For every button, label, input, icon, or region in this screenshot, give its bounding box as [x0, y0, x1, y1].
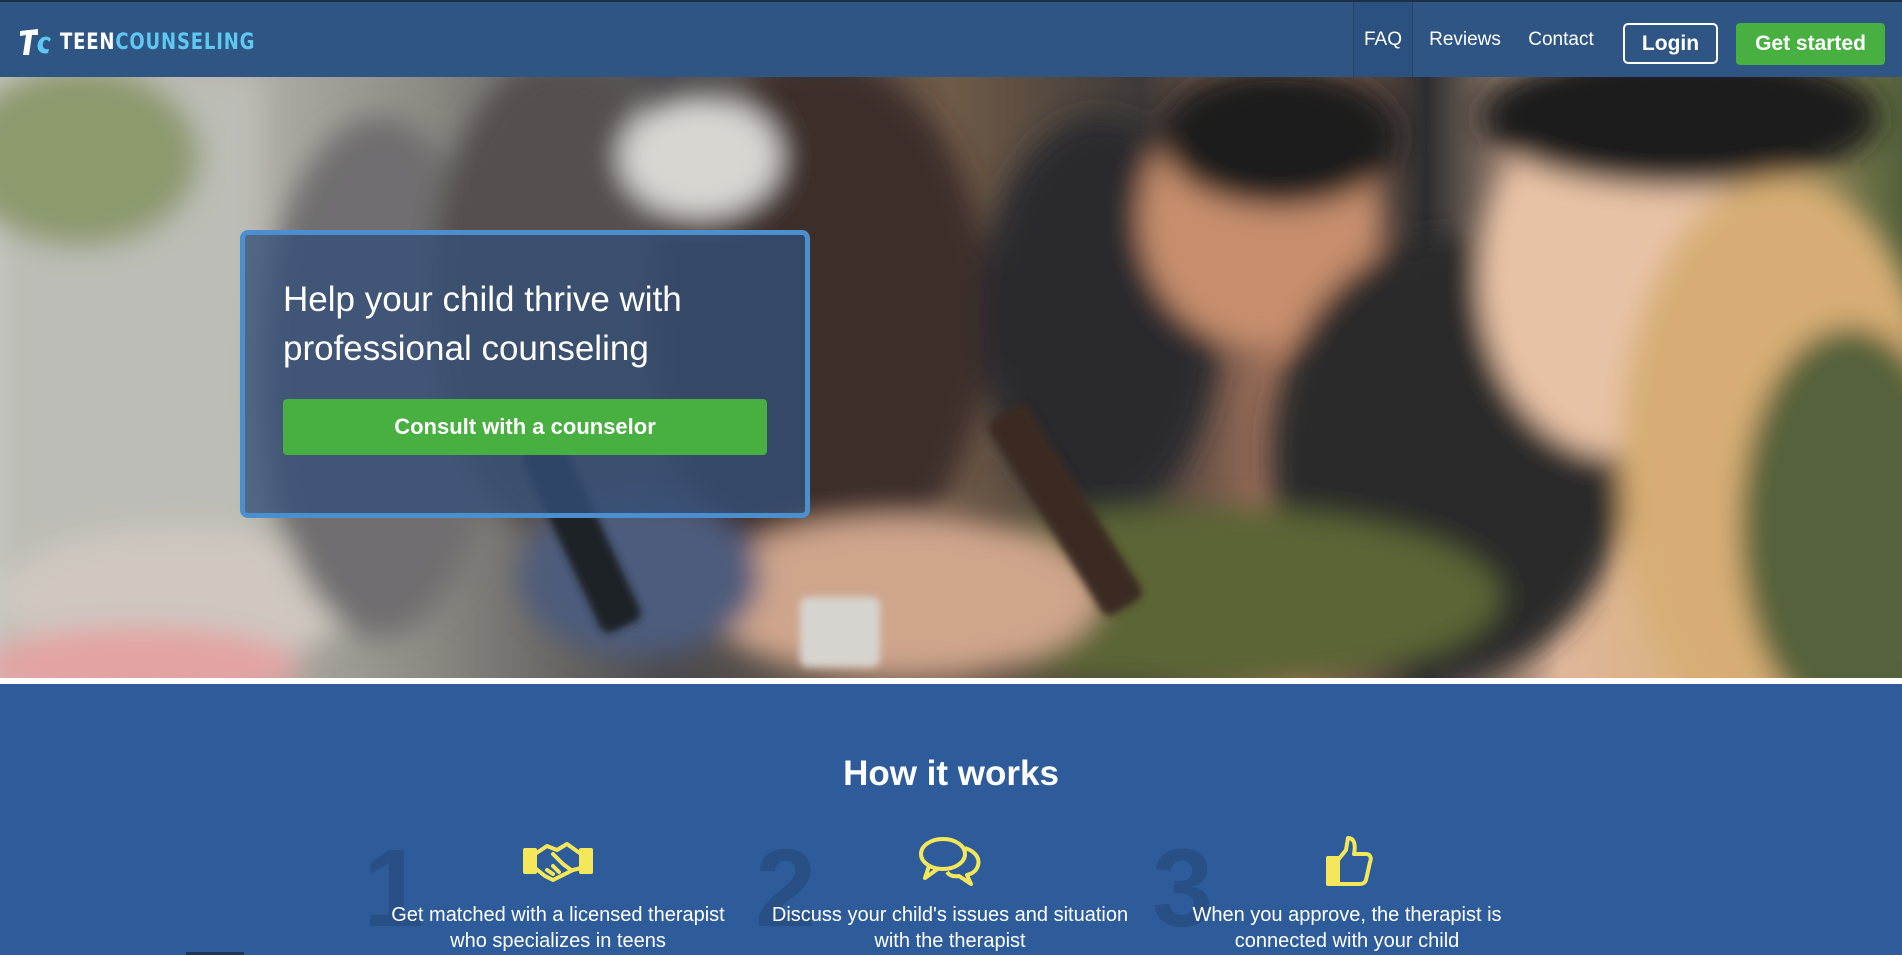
hero-section: Help your child thrive with professional…	[0, 77, 1902, 678]
step-item: 3 When you approve, the therapist is con…	[1152, 834, 1532, 955]
hero-card: Help your child thrive with professional…	[240, 230, 810, 518]
thumbs-up-icon	[1326, 836, 1373, 886]
get-started-button[interactable]: Get started	[1736, 23, 1885, 65]
logo-wordmark: TEENCOUNSELING	[60, 30, 255, 55]
logo-counseling: COUNSELING	[115, 29, 256, 55]
step-item: 2 Discuss your child's issues and situat…	[755, 834, 1135, 955]
site-logo[interactable]: TEENCOUNSELING	[18, 24, 298, 60]
consult-counselor-button[interactable]: Consult with a counselor	[283, 399, 767, 455]
login-button[interactable]: Login	[1623, 23, 1718, 64]
nav-reviews[interactable]: Reviews	[1424, 2, 1506, 77]
step-item: 1 Get matched with a licensed therapist …	[363, 834, 743, 955]
step-text: When you approve, the therapist is conne…	[1192, 904, 1502, 952]
nav-faq[interactable]: FAQ	[1353, 2, 1413, 77]
nav-contact[interactable]: Contact	[1520, 2, 1602, 77]
chat-bubbles-icon	[919, 837, 981, 886]
logo-teen: TEEN	[60, 29, 116, 55]
hero-title: Help your child thrive with professional…	[283, 280, 682, 368]
tc-logo-icon	[20, 29, 51, 55]
step-text: Discuss your child's issues and situatio…	[771, 904, 1129, 952]
how-it-works-section: How it works 1 Get matched with a licens…	[0, 684, 1902, 955]
step-text: Get matched with a licensed therapist wh…	[391, 904, 725, 952]
top-navbar: TEENCOUNSELING FAQ Reviews Contact Login…	[0, 0, 1902, 77]
handshake-icon	[523, 842, 593, 882]
how-it-works-title: How it works	[843, 754, 1059, 793]
